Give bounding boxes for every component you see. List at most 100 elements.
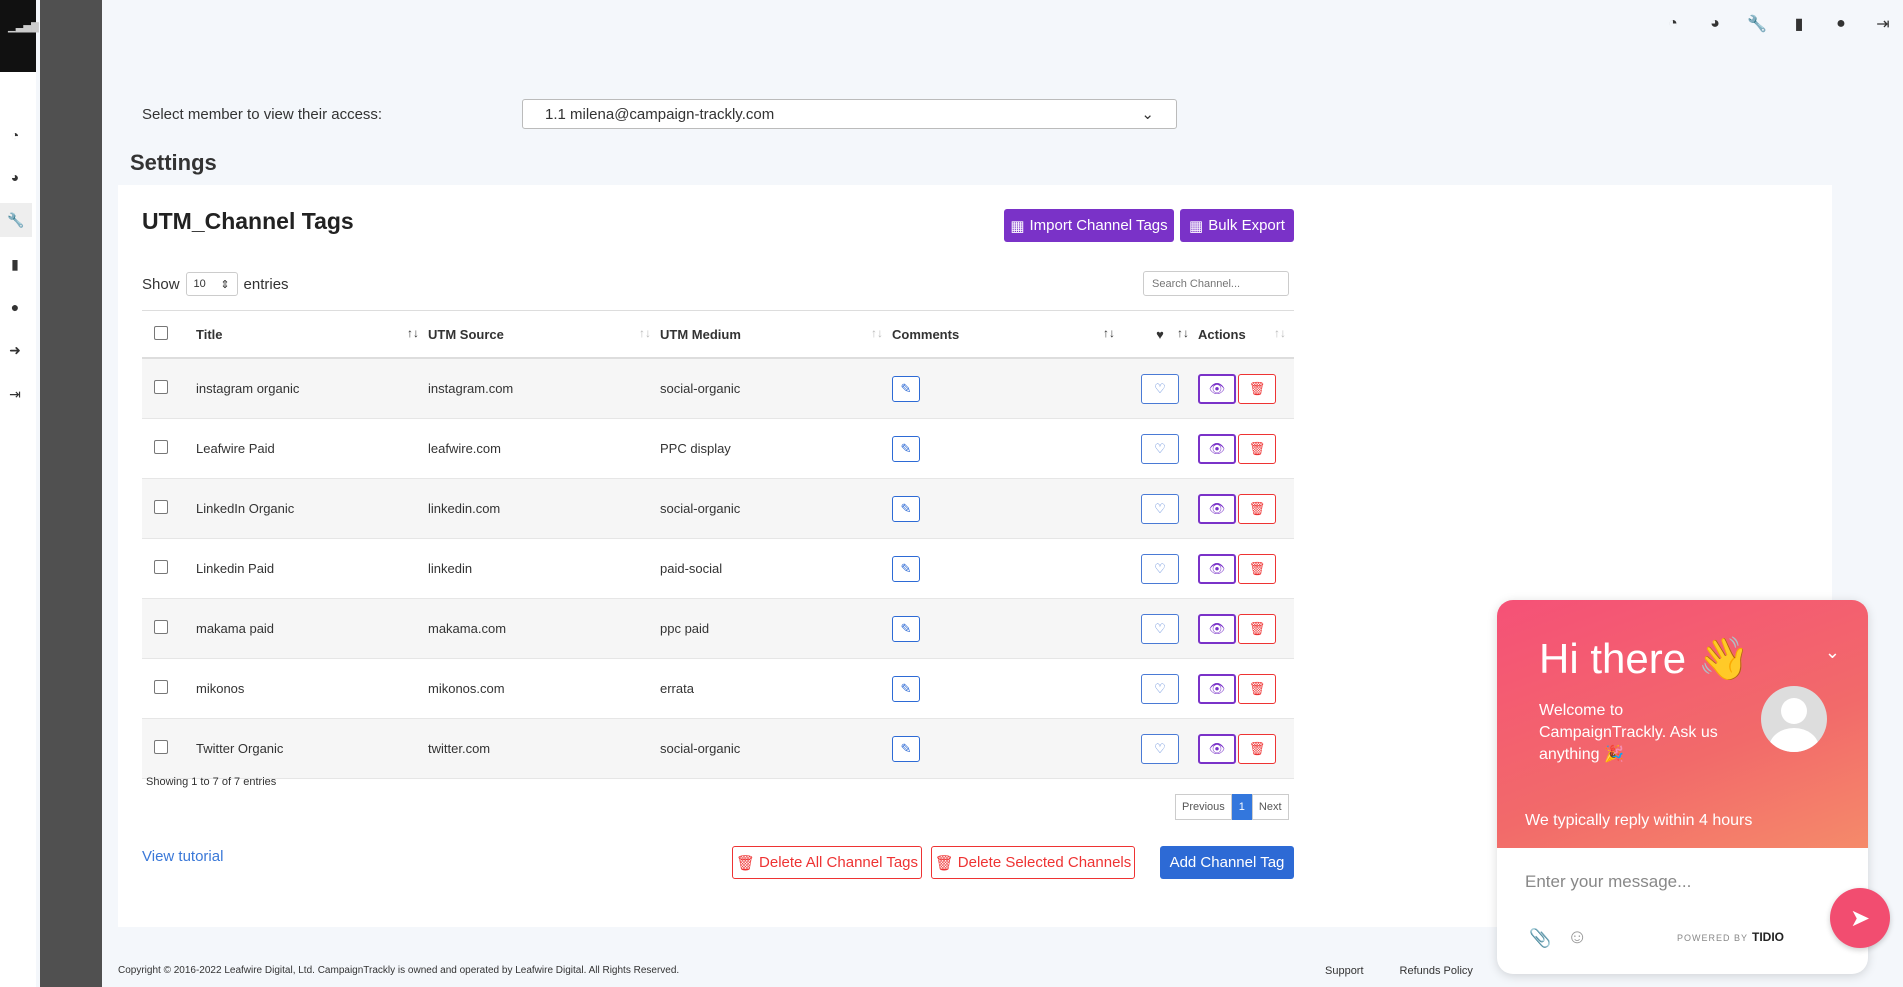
import-channel-tags-button[interactable]: ▦ Import Channel Tags (1004, 209, 1174, 242)
chevron-down-icon[interactable]: ⌄ (1825, 642, 1840, 663)
sort-asc-icon: ↑↓ (1177, 326, 1189, 340)
delete-button[interactable]: 🗑 (1238, 493, 1276, 524)
header-utm-medium[interactable]: UTM Medium ↑↓ (659, 310, 891, 359)
user-icon[interactable]: ● (1831, 14, 1851, 34)
search-channel-input[interactable] (1143, 271, 1289, 296)
import-label: Import Channel Tags (1029, 217, 1168, 234)
sign-in-icon[interactable]: ➜ (5, 340, 25, 360)
header-favorite[interactable]: ♥ ↑↓ (1123, 310, 1197, 359)
bulk-export-button[interactable]: ▦ Bulk Export (1180, 209, 1294, 242)
sort-icon: ⇕ (220, 278, 230, 291)
header-comments[interactable]: Comments ↑↓ (891, 310, 1123, 359)
edit-comment-button[interactable]: ✎ (892, 675, 920, 702)
edit-comment-button[interactable]: ✎ (892, 555, 920, 582)
user-icon[interactable]: ● (5, 297, 25, 317)
book-icon[interactable]: ▮ (5, 254, 25, 274)
member-select[interactable]: 1.1 milena@campaign-trackly.com ⌄ (522, 99, 1177, 129)
row-checkbox[interactable] (154, 740, 168, 754)
view-button[interactable]: 👁 (1198, 373, 1236, 404)
header-actions[interactable]: Actions ↑↓ (1197, 310, 1294, 359)
wrench-icon[interactable]: 🔧 (1747, 14, 1767, 34)
favorite-button[interactable]: ♡ (1141, 373, 1179, 404)
paperclip-icon[interactable]: 📎 (1529, 928, 1551, 949)
cell-actions: 👁 🗑 (1197, 418, 1294, 479)
delete-button[interactable]: 🗑 (1238, 553, 1276, 584)
book-icon[interactable]: ▮ (1789, 14, 1809, 34)
next-page[interactable]: Next (1251, 794, 1289, 820)
emoji-icon[interactable]: ☺ (1567, 926, 1587, 949)
logo[interactable]: ▁▃▅▇ (0, 0, 39, 72)
view-button[interactable]: 👁 (1198, 493, 1236, 524)
delete-button[interactable]: 🗑 (1238, 613, 1276, 644)
pie-chart-icon[interactable]: ◕ (1705, 14, 1725, 34)
favorite-button[interactable]: ♡ (1141, 613, 1179, 644)
header-utm-source[interactable]: UTM Source ↑↓ (427, 310, 659, 359)
row-checkbox[interactable] (154, 440, 168, 454)
send-message-button[interactable]: ➤ (1830, 888, 1890, 948)
favorite-button[interactable]: ♡ (1141, 553, 1179, 584)
add-channel-tag-button[interactable]: Add Channel Tag (1160, 846, 1294, 879)
delete-button[interactable]: 🗑 (1238, 373, 1276, 404)
chat-powered-by: POWERED BY (1677, 933, 1749, 943)
cell-utm-medium: social-organic (659, 358, 891, 419)
entries-select[interactable]: 10 ⇕ (185, 272, 238, 296)
select-all-checkbox[interactable] (154, 325, 168, 340)
cell-comments: ✎ (891, 658, 1123, 719)
view-tutorial-link[interactable]: View tutorial (142, 848, 223, 865)
sidebar: ▁▃▅▇ ◔ ◕ 🔧 ▮ ● ➜ ⇥ (0, 0, 39, 987)
cell-comments: ✎ (891, 478, 1123, 539)
support-link[interactable]: Support (1325, 965, 1364, 977)
view-button[interactable]: 👁 (1198, 673, 1236, 704)
cell-comments: ✎ (891, 358, 1123, 419)
view-button[interactable]: 👁 (1198, 613, 1236, 644)
cell-utm-medium: social-organic (659, 478, 891, 539)
refunds-policy-link[interactable]: Refunds Policy (1400, 965, 1473, 977)
wrench-icon[interactable]: 🔧 (0, 203, 32, 237)
delete-selected-channels-button[interactable]: 🗑 Delete Selected Channels (931, 846, 1135, 879)
favorite-button[interactable]: ♡ (1141, 733, 1179, 764)
edit-comment-button[interactable]: ✎ (892, 735, 920, 762)
dashboard-icon[interactable]: ◔ (5, 125, 25, 145)
avatar-head (1781, 698, 1807, 724)
cell-title: Linkedin Paid (195, 538, 427, 599)
header-title[interactable]: Title ↑↓ (195, 310, 427, 359)
current-page[interactable]: 1 (1231, 794, 1252, 820)
view-button[interactable]: 👁 (1198, 553, 1236, 584)
favorite-button[interactable]: ♡ (1141, 433, 1179, 464)
row-checkbox[interactable] (154, 380, 168, 394)
sign-out-icon[interactable]: ⇥ (5, 384, 25, 404)
edit-comment-button[interactable]: ✎ (892, 435, 920, 462)
edit-comment-button[interactable]: ✎ (892, 375, 920, 402)
pie-chart-icon[interactable]: ◕ (5, 167, 25, 187)
delete-button[interactable]: 🗑 (1238, 733, 1276, 764)
edit-comment-button[interactable]: ✎ (892, 495, 920, 522)
row-checkbox[interactable] (154, 620, 168, 634)
favorite-button[interactable]: ♡ (1141, 673, 1179, 704)
delete-button[interactable]: 🗑 (1238, 673, 1276, 704)
row-checkbox[interactable] (154, 560, 168, 574)
chat-message-input[interactable]: Enter your message... (1525, 872, 1691, 892)
tidio-brand[interactable]: TIDIO (1752, 930, 1784, 944)
delete-button[interactable]: 🗑 (1238, 433, 1276, 464)
cell-favorite: ♡ (1123, 538, 1197, 599)
favorite-button[interactable]: ♡ (1141, 493, 1179, 524)
view-button[interactable]: 👁 (1198, 433, 1236, 464)
cell-actions: 👁 🗑 (1197, 658, 1294, 719)
cell-utm-source: leafwire.com (427, 418, 659, 479)
sort-icon: ↑↓ (871, 326, 883, 340)
chat-reply-time: We typically reply within 4 hours (1525, 812, 1753, 829)
show-label: Show (142, 275, 180, 293)
heart-icon: ♥ (1156, 326, 1164, 342)
row-checkbox-cell (142, 598, 195, 659)
cell-actions: 👁 🗑 (1197, 538, 1294, 599)
edit-comment-button[interactable]: ✎ (892, 615, 920, 642)
showing-entries: Showing 1 to 7 of 7 entries (146, 776, 277, 788)
previous-page[interactable]: Previous (1175, 794, 1232, 820)
view-button[interactable]: 👁 (1198, 733, 1236, 764)
sign-out-icon[interactable]: ⇥ (1873, 14, 1893, 34)
row-checkbox-cell (142, 658, 195, 719)
row-checkbox[interactable] (154, 500, 168, 514)
row-checkbox[interactable] (154, 680, 168, 694)
dashboard-icon[interactable]: ◔ (1663, 14, 1683, 34)
delete-all-channel-tags-button[interactable]: 🗑 Delete All Channel Tags (732, 846, 922, 879)
